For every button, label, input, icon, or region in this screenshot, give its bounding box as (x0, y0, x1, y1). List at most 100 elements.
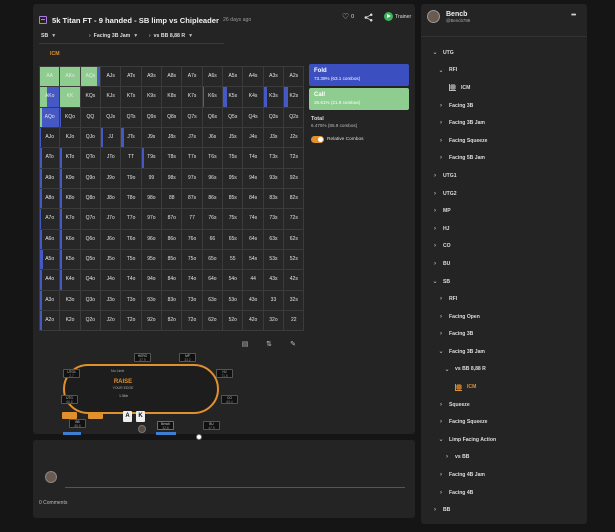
range-cell[interactable]: K5o (60, 250, 81, 271)
range-cell[interactable]: T6s (202, 148, 224, 169)
range-cell[interactable]: A6s (202, 67, 224, 88)
range-cell[interactable]: AQo (40, 107, 61, 129)
range-cell[interactable]: 73s (263, 209, 285, 230)
range-cell[interactable]: J5s (223, 128, 244, 149)
range-cell[interactable]: K3o (60, 290, 81, 312)
range-cell[interactable]: T9o (121, 168, 142, 190)
range-cell[interactable]: 86s (202, 189, 224, 210)
range-cell[interactable]: Q7s (182, 107, 203, 129)
tree-item[interactable]: › HJ (421, 220, 587, 238)
range-cell[interactable]: T4s (243, 148, 264, 169)
range-cell[interactable]: J3o (101, 290, 122, 312)
range-cell[interactable]: 65o (202, 250, 224, 271)
sort-icon[interactable]: ⇅ (265, 341, 273, 349)
range-cell[interactable]: 93s (263, 168, 285, 190)
range-cell[interactable]: A5o (40, 250, 61, 271)
range-cell[interactable]: AQs (80, 67, 102, 88)
tree-item[interactable]: › RFI (421, 290, 587, 308)
range-cell[interactable]: 54s (243, 250, 264, 271)
range-cell[interactable]: 52s (284, 250, 305, 271)
range-cell[interactable]: J8o (101, 189, 122, 210)
range-cell[interactable]: JJ (101, 128, 122, 149)
range-cell[interactable]: 54o (223, 270, 244, 291)
range-cell[interactable]: 87s (182, 189, 203, 210)
range-cell[interactable]: Q2o (80, 311, 102, 332)
range-cell[interactable]: AJs (101, 67, 122, 88)
range-cell[interactable]: 96s (202, 168, 224, 190)
range-cell[interactable]: 75s (223, 209, 244, 230)
range-cell[interactable]: 76o (182, 229, 203, 251)
trainer-button[interactable]: Trainer (384, 12, 411, 21)
tree-item[interactable]: › MP (421, 202, 587, 220)
range-cell[interactable]: J9s (141, 128, 163, 149)
range-cell[interactable]: Q3s (263, 107, 285, 129)
range-cell[interactable]: Q9s (141, 107, 163, 129)
range-cell[interactable]: 73o (182, 290, 203, 312)
tree-item[interactable]: ⌄ Facing 3B Jam (421, 343, 587, 361)
range-cell[interactable]: J9o (101, 168, 122, 190)
range-cell[interactable]: K2o (60, 311, 81, 332)
range-cell[interactable]: 74s (243, 209, 264, 230)
range-cell[interactable]: K2s (284, 87, 305, 108)
range-cell[interactable]: J7s (182, 128, 203, 149)
table-view-icon[interactable]: ▤ (241, 341, 249, 349)
range-cell[interactable]: 92s (284, 168, 305, 190)
tree-item[interactable]: ICM (421, 79, 587, 97)
range-cell[interactable]: 97s (182, 168, 203, 190)
range-cell[interactable]: 84s (243, 189, 264, 210)
opponent-select[interactable]: › vs BB 8,88 R ▼ (149, 33, 219, 39)
range-cell[interactable]: 84o (162, 270, 183, 291)
range-cell[interactable]: 95o (141, 250, 163, 271)
range-cell[interactable]: 42s (284, 270, 305, 291)
range-cell[interactable]: T5o (121, 250, 142, 271)
comment-input[interactable] (65, 466, 405, 488)
tree-item[interactable]: › Facing 5B Jam (421, 150, 587, 168)
tree-item[interactable]: ⌄ SB (421, 273, 587, 291)
range-cell[interactable]: T3s (263, 148, 285, 169)
range-cell[interactable]: J6s (202, 128, 224, 149)
range-cell[interactable]: 32s (284, 290, 305, 312)
range-cell[interactable]: TT (121, 148, 142, 169)
range-cell[interactable]: KJo (60, 128, 81, 149)
range-cell[interactable]: K8o (60, 189, 81, 210)
range-cell[interactable]: 94s (243, 168, 264, 190)
range-cell[interactable]: T8s (162, 148, 183, 169)
range-cell[interactable]: 62s (284, 229, 305, 251)
range-cell[interactable]: QQ (80, 107, 102, 129)
range-cell[interactable]: 87o (162, 209, 183, 230)
range-cell[interactable]: J4s (243, 128, 264, 149)
tree-item[interactable]: › vs BB (421, 449, 587, 467)
range-cell[interactable]: 65s (223, 229, 244, 251)
range-cell[interactable]: ATo (40, 148, 61, 169)
tree-item[interactable]: › Facing 4B Jam (421, 466, 587, 484)
tree-item[interactable]: › UTG2 (421, 185, 587, 203)
tree-item[interactable]: › Facing Open (421, 308, 587, 326)
share-icon[interactable] (364, 13, 373, 22)
tree-item[interactable]: ⌄ Limp Facing Action (421, 431, 587, 449)
range-cell[interactable]: 95s (223, 168, 244, 190)
range-cell[interactable]: A5s (223, 67, 244, 88)
range-cell[interactable]: JTs (121, 128, 142, 149)
tab-icm[interactable]: ICM (50, 51, 60, 57)
position-select[interactable]: SB ▼ (41, 33, 89, 39)
user-profile[interactable]: Bencb @Bencb789 (427, 10, 470, 23)
range-cell[interactable]: A6o (40, 229, 61, 251)
tree-item[interactable]: › Facing 4B (421, 484, 587, 502)
tree-item[interactable]: ⌄ vs BB 8,88 R (421, 361, 587, 379)
tree-item[interactable]: › BB (421, 501, 587, 519)
edit-icon[interactable]: ✎ (289, 341, 297, 349)
range-cell[interactable]: J6o (101, 229, 122, 251)
range-cell[interactable]: 88 (162, 189, 183, 210)
range-cell[interactable]: 43s (263, 270, 285, 291)
range-cell[interactable]: 55 (223, 250, 244, 271)
range-cell[interactable]: 98s (162, 168, 183, 190)
range-cell[interactable]: J2o (101, 311, 122, 332)
range-cell[interactable]: 82s (284, 189, 305, 210)
range-cell[interactable]: J5o (101, 250, 122, 271)
range-cell[interactable]: Q8s (162, 107, 183, 129)
range-cell[interactable]: KQs (80, 87, 102, 108)
range-cell[interactable]: QTs (121, 107, 142, 129)
range-cell[interactable]: 83o (162, 290, 183, 312)
range-cell[interactable]: K7o (60, 209, 81, 230)
range-cell[interactable]: T3o (121, 290, 142, 312)
